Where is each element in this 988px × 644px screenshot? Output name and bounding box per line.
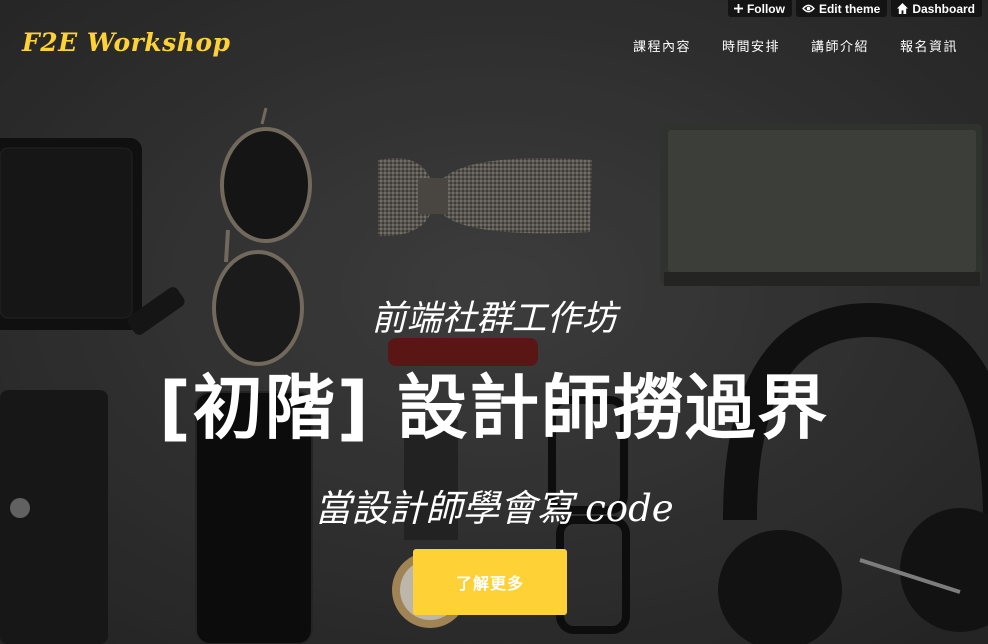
hero-tagline: 當設計師學會寫 code <box>314 487 674 530</box>
edit-theme-button[interactable]: Edit theme <box>795 0 888 17</box>
follow-button[interactable]: Follow <box>727 0 792 17</box>
edit-theme-label: Edit theme <box>818 1 881 16</box>
nav-item-course-content[interactable]: 課程內容 <box>633 36 691 55</box>
nav-item-registration[interactable]: 報名資訊 <box>900 36 958 55</box>
follow-label: Follow <box>746 1 785 16</box>
brand-logo-link[interactable]: F2E Workshop <box>22 28 231 57</box>
dashboard-label: Dashboard <box>912 1 975 16</box>
nav-item-schedule[interactable]: 時間安排 <box>722 36 780 55</box>
eye-icon <box>802 4 815 13</box>
plus-icon <box>733 4 743 13</box>
hero-heading: [初階] 設計師撈過界 <box>158 367 830 449</box>
home-icon <box>897 3 909 14</box>
learn-more-button[interactable]: 了解更多 <box>413 549 567 615</box>
nav-item-instructors[interactable]: 講師介紹 <box>811 36 869 55</box>
top-toolbar: Follow Edit theme Dashboard <box>727 0 982 17</box>
main-nav: 課程內容 時間安排 講師介紹 報名資訊 <box>633 36 958 55</box>
hero-subheading: 前端社群工作坊 <box>371 299 617 339</box>
dashboard-button[interactable]: Dashboard <box>891 0 982 17</box>
